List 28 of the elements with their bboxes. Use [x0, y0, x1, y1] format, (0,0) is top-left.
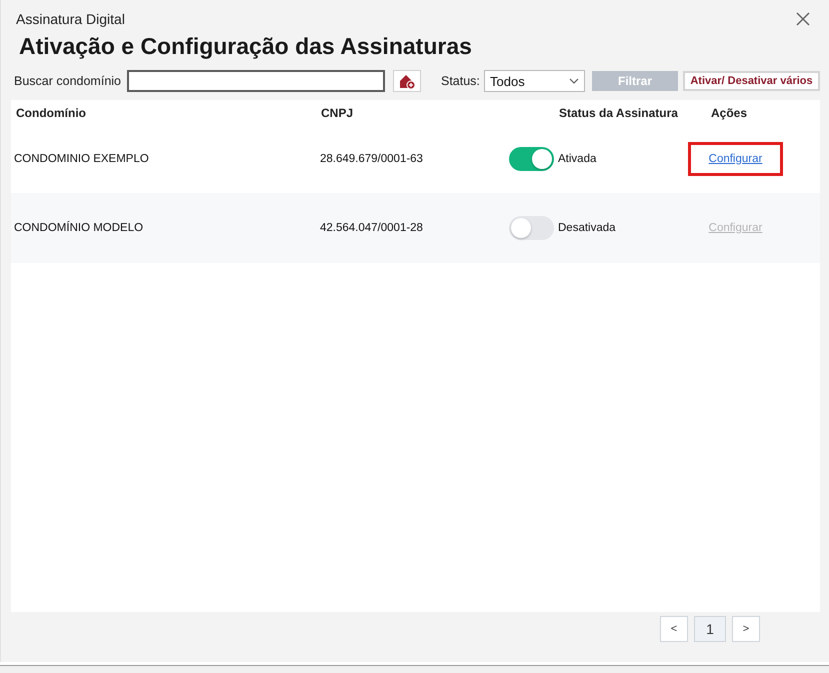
status-text: Ativada	[558, 153, 596, 165]
add-condo-button[interactable]	[393, 70, 421, 92]
column-header: Ações	[711, 106, 748, 120]
configure-link[interactable]: Configurar	[708, 153, 762, 165]
table-cell: CONDOMÍNIO MODELO	[14, 222, 144, 234]
status-text: Desativada	[558, 222, 616, 234]
next-page-button[interactable]: >	[732, 616, 760, 642]
previous-page-button[interactable]: <	[660, 616, 688, 642]
toggle-many-button[interactable]: Ativar/ Desativar vários	[683, 71, 820, 91]
toggle-switch[interactable]	[509, 147, 554, 171]
window-title: Assinatura Digital	[16, 11, 125, 27]
table-cell: CONDOMINIO EXEMPLO	[14, 153, 149, 165]
table-cell: 28.649.679/0001-63	[320, 153, 423, 165]
page-button[interactable]: 1	[694, 616, 726, 642]
chevron-down-icon	[569, 78, 579, 84]
search-field[interactable]	[127, 70, 385, 92]
column-header: Condomínio	[16, 106, 86, 120]
status-select[interactable]: Todos	[484, 70, 585, 92]
table-cell: 42.564.047/0001-28	[320, 222, 423, 234]
toggle-switch[interactable]	[509, 216, 554, 240]
search-label: Buscar condomínio	[14, 74, 122, 88]
house-plus-icon	[399, 74, 415, 88]
page-heading: Ativação e Configuração das Assinaturas	[19, 32, 472, 60]
column-header: Status da Assinatura	[559, 106, 678, 120]
column-header: CNPJ	[321, 106, 354, 120]
status-label: Status:	[441, 74, 481, 88]
close-icon	[796, 12, 810, 26]
close-button[interactable]	[795, 11, 811, 27]
